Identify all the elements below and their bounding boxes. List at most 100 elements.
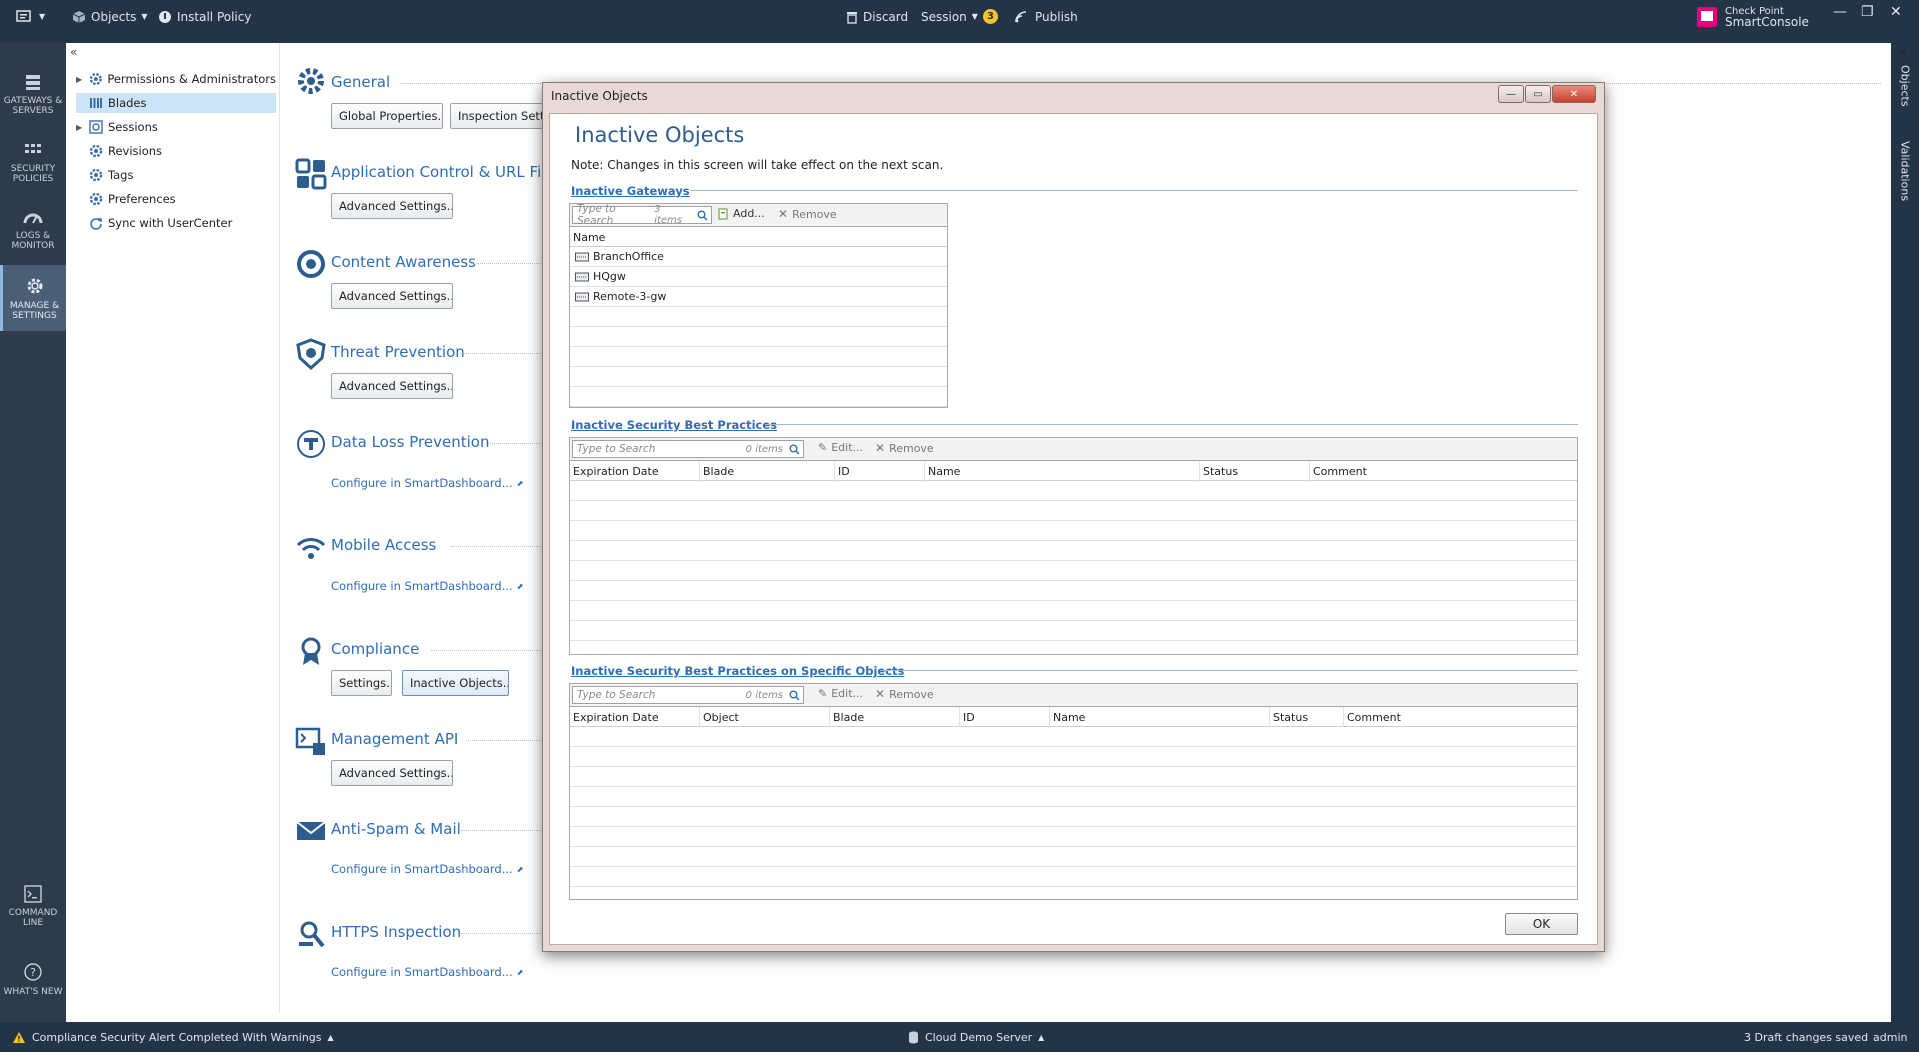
compliance-settings-button[interactable]: Settings... xyxy=(331,670,392,696)
blades-icon xyxy=(90,98,102,108)
tree-item-tags[interactable]: Tags xyxy=(76,165,276,185)
draft-changes-status: 3 Draft changes saved xyxy=(1744,1030,1869,1044)
session-menu-button[interactable]: Session ▼ 3 xyxy=(921,0,998,33)
gateways-toolbar: Type to Search 3 items Add... ✕ Remove xyxy=(569,203,948,227)
tree-item-preferences[interactable]: Preferences xyxy=(76,189,276,209)
dialog-maximize-button[interactable]: ▭ xyxy=(1525,85,1551,103)
objects-menu-button[interactable]: Objects ▼ xyxy=(72,0,148,33)
nav-gateways-servers[interactable]: GATEWAYS & SERVERS xyxy=(0,61,66,127)
gateways-icon xyxy=(26,74,40,90)
expand-panel-button[interactable]: « xyxy=(1899,45,1906,59)
minimize-window-button[interactable]: — xyxy=(1833,4,1847,20)
compliance-ribbon-icon xyxy=(301,637,321,665)
column-header-name[interactable]: Name xyxy=(1050,707,1270,727)
specific-objects-search-input[interactable]: Type to Search 0 items xyxy=(572,686,804,704)
section-title-threat-prevention: Threat Prevention xyxy=(331,343,465,361)
section-title-management-api: Management API xyxy=(331,730,459,748)
tree-item-permissions[interactable]: ▶ Permissions & Administrators xyxy=(76,69,276,89)
ok-button[interactable]: OK xyxy=(1505,913,1578,935)
threat-prevention-advanced-button[interactable]: Advanced Settings... xyxy=(331,373,453,399)
column-header-id[interactable]: ID xyxy=(960,707,1050,727)
gateway-row[interactable]: Remote-3-gw xyxy=(570,287,947,307)
column-header-blade[interactable]: Blade xyxy=(830,707,960,727)
collapse-tree-button[interactable]: « xyxy=(70,45,77,59)
mobile-access-wifi-icon xyxy=(296,538,326,559)
best-practices-edit-button[interactable]: ✎ Edit... xyxy=(818,441,863,454)
nav-manage-settings[interactable]: MANAGE & SETTINGS xyxy=(0,265,66,331)
publish-button[interactable]: Publish xyxy=(1014,0,1078,33)
install-policy-button[interactable]: Install Policy xyxy=(158,0,251,33)
tab-objects[interactable]: Objects xyxy=(1891,65,1919,135)
column-header-blade[interactable]: Blade xyxy=(700,461,835,481)
empty-row xyxy=(570,347,947,367)
expand-caret-icon[interactable]: ▶ xyxy=(76,123,84,132)
column-header-object[interactable]: Object xyxy=(700,707,830,727)
gear-icon xyxy=(89,168,103,182)
pencil-icon: ✎ xyxy=(818,441,828,454)
settings-tree: « ▶ Permissions & Administrators Blades … xyxy=(66,43,280,1013)
dlp-configure-link[interactable]: Configure in SmartDashboard... ⬈ xyxy=(331,476,523,490)
dialog-window-title: Inactive Objects xyxy=(551,89,648,103)
gateway-row[interactable]: HQgw xyxy=(570,267,947,287)
specific-objects-edit-button[interactable]: ✎ Edit... xyxy=(818,687,863,700)
column-header-comment[interactable]: Comment xyxy=(1344,707,1577,727)
global-properties-button[interactable]: Global Properties... xyxy=(331,103,443,129)
column-header-id[interactable]: ID xyxy=(835,461,925,481)
empty-row xyxy=(570,561,1577,581)
column-header-name[interactable]: Name xyxy=(570,227,947,247)
nav-whats-new[interactable]: ? WHAT'S NEW xyxy=(0,946,66,1012)
gateways-search-input[interactable]: Type to Search 3 items xyxy=(572,203,712,227)
antispam-configure-link[interactable]: Configure in SmartDashboard... ⬈ xyxy=(331,862,523,876)
column-header-status[interactable]: Status xyxy=(1270,707,1344,727)
discard-button[interactable]: Discard xyxy=(846,0,908,33)
empty-row xyxy=(570,867,1577,887)
gear-icon xyxy=(89,192,103,206)
compliance-alert-status[interactable]: Compliance Security Alert Completed With… xyxy=(12,1022,334,1052)
close-window-button[interactable]: ✕ xyxy=(1890,4,1902,20)
nav-command-line[interactable]: COMMAND LINE xyxy=(0,873,66,939)
gateways-remove-button[interactable]: ✕ Remove xyxy=(778,207,837,221)
dialog-minimize-button[interactable]: — xyxy=(1498,85,1524,103)
https-configure-link[interactable]: Configure in SmartDashboard... ⬈ xyxy=(331,965,523,979)
tree-item-revisions[interactable]: Revisions xyxy=(76,141,276,161)
column-header-comment[interactable]: Comment xyxy=(1310,461,1577,481)
empty-row xyxy=(570,847,1577,867)
specific-objects-remove-button[interactable]: ✕ Remove xyxy=(875,687,934,701)
gateway-icon xyxy=(575,272,589,281)
inactive-objects-button[interactable]: Inactive Objects... xyxy=(402,670,509,696)
install-policy-icon xyxy=(159,10,171,23)
search-icon xyxy=(697,210,708,221)
content-awareness-advanced-button[interactable]: Advanced Settings... xyxy=(331,283,453,309)
tree-item-sessions[interactable]: ▶ Sessions xyxy=(76,117,276,137)
best-practices-remove-button[interactable]: ✕ Remove xyxy=(875,441,934,455)
column-header-expiration-date[interactable]: Expiration Date xyxy=(570,461,700,481)
nav-logs-monitor[interactable]: LOGS & MONITOR xyxy=(0,197,66,263)
expand-caret-icon[interactable]: ▶ xyxy=(76,75,84,84)
status-bar: Compliance Security Alert Completed With… xyxy=(0,1022,1919,1052)
column-header-name[interactable]: Name xyxy=(925,461,1200,481)
column-header-expiration-date[interactable]: Expiration Date xyxy=(570,707,700,727)
best-practices-search-input[interactable]: Type to Search 0 items xyxy=(572,440,804,458)
server-selector[interactable]: Cloud Demo Server ▲ xyxy=(908,1022,1044,1052)
empty-row xyxy=(570,601,1577,621)
tree-item-sync-usercenter[interactable]: Sync with UserCenter xyxy=(76,213,276,233)
empty-row xyxy=(570,747,1577,767)
tree-item-blades[interactable]: Blades xyxy=(76,93,276,113)
tab-validations[interactable]: Validations xyxy=(1891,141,1919,231)
gateway-row[interactable]: BranchOffice xyxy=(570,247,947,267)
https-inspection-icon xyxy=(299,921,325,948)
app-control-advanced-button[interactable]: Advanced Settings... xyxy=(331,193,453,219)
brand-logo: Check Point SmartConsole xyxy=(1696,0,1809,33)
empty-row xyxy=(570,501,1577,521)
dialog-close-button[interactable]: ✕ xyxy=(1552,85,1596,103)
gateways-add-button[interactable]: Add... xyxy=(718,207,765,220)
specific-objects-toolbar: Type to Search 0 items ✎ Edit... ✕ Remov… xyxy=(569,683,1578,707)
mobile-access-configure-link[interactable]: Configure in SmartDashboard... ⬈ xyxy=(331,579,523,593)
section-title-app-control: Application Control & URL Filtering xyxy=(331,163,541,181)
management-api-advanced-button[interactable]: Advanced Settings... xyxy=(331,760,453,786)
restore-window-button[interactable]: ❐ xyxy=(1861,4,1874,20)
column-header-status[interactable]: Status xyxy=(1200,461,1310,481)
app-menu-button[interactable]: ▼ xyxy=(16,0,45,33)
content-awareness-icon xyxy=(297,250,325,278)
nav-security-policies[interactable]: SECURITY POLICIES xyxy=(0,129,66,195)
